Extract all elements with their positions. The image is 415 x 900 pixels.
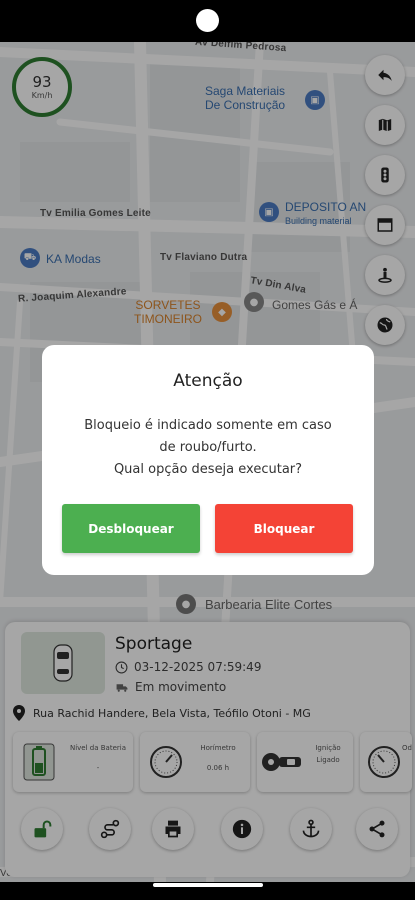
status-bar <box>0 0 415 42</box>
home-indicator[interactable] <box>153 883 263 887</box>
dialog-message-line: Bloqueio é indicado somente em caso <box>84 418 332 433</box>
dialog-message: Bloqueio é indicado somente em caso de r… <box>58 415 358 481</box>
app-screen: Av Delfim Pedrosa Tv Emilia Gomes Leite … <box>0 0 415 900</box>
unlock-vehicle-button[interactable]: Desbloquear <box>62 504 200 553</box>
lock-dialog: Atenção Bloqueio é indicado somente em c… <box>42 345 374 575</box>
camera-cutout <box>196 9 219 32</box>
dialog-title: Atenção <box>173 371 243 391</box>
dialog-message-line: de roubo/furto. <box>159 440 257 455</box>
lock-vehicle-button[interactable]: Bloquear <box>215 504 353 553</box>
dialog-message-line: Qual opção deseja executar? <box>113 462 303 477</box>
